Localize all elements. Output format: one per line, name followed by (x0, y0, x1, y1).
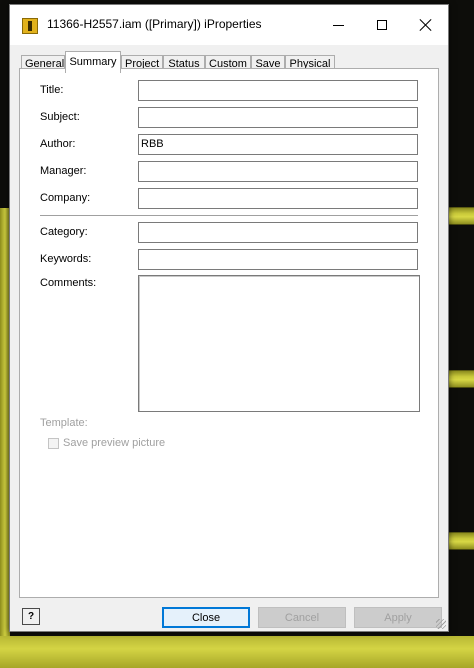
cad-geometry (448, 207, 474, 225)
title-label: Title: (40, 84, 64, 96)
close-button[interactable]: Close (162, 607, 250, 628)
separator (40, 215, 418, 217)
title-bar[interactable]: 11366-H2557.iam ([Primary]) iProperties (10, 5, 448, 45)
subject-field[interactable] (138, 107, 418, 128)
manager-field[interactable] (138, 161, 418, 182)
company-label: Company: (40, 192, 91, 204)
comments-textarea[interactable] (138, 275, 420, 412)
author-field[interactable]: RBB (138, 134, 418, 155)
help-button[interactable]: ? (22, 608, 40, 625)
cad-geometry (448, 370, 474, 388)
keywords-label: Keywords: (40, 253, 92, 265)
maximize-icon (377, 20, 387, 30)
window-title: 11366-H2557.iam ([Primary]) iProperties (47, 17, 262, 31)
close-icon (420, 19, 432, 31)
cancel-button[interactable]: Cancel (258, 607, 346, 628)
summary-panel: Title: Subject: Author: RBB Manager: Com… (19, 68, 439, 598)
cad-geometry (448, 532, 474, 550)
template-label: Template: (40, 417, 88, 429)
apply-button[interactable]: Apply (354, 607, 442, 628)
title-field[interactable] (138, 80, 418, 101)
tab-summary[interactable]: Summary (65, 51, 121, 73)
cad-geometry (0, 636, 474, 668)
maximize-button[interactable] (360, 5, 404, 45)
close-window-button[interactable] (404, 5, 448, 45)
manager-label: Manager: (40, 165, 87, 177)
save-preview-row[interactable]: Save preview picture (48, 437, 165, 449)
minimize-icon (332, 24, 344, 26)
resize-grip[interactable] (436, 619, 446, 629)
keywords-field[interactable] (138, 249, 418, 270)
author-label: Author: (40, 138, 76, 150)
category-label: Category: (40, 226, 88, 238)
save-preview-label: Save preview picture (63, 437, 166, 449)
save-preview-checkbox[interactable] (48, 437, 59, 449)
subject-label: Subject: (40, 111, 80, 123)
comments-label: Comments: (40, 277, 97, 289)
company-field[interactable] (138, 188, 418, 209)
inventor-assembly-icon (22, 18, 38, 34)
help-icon: ? (27, 611, 35, 622)
iproperties-dialog: 11366-H2557.iam ([Primary]) iProperties … (9, 4, 449, 632)
minimize-button[interactable] (316, 5, 360, 45)
category-field[interactable] (138, 222, 418, 243)
